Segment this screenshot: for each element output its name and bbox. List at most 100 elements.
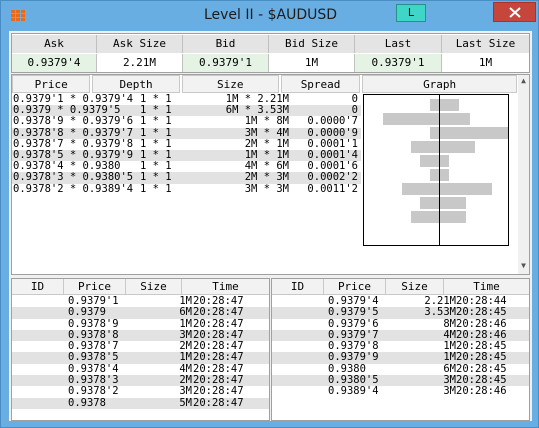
id-column-header[interactable]: ID	[272, 279, 324, 295]
level2-window: Level II - $AUDUSD L Ask Ask Size Bid Bi…	[0, 0, 539, 428]
price-column-header[interactable]: Price	[324, 279, 386, 295]
ask-trades-list: 0.9379'4 2.21M 20:28:44 0.9379'5 3.53M 20:28:…	[272, 295, 529, 398]
window-title: Level II - $AUDUSD	[203, 7, 338, 23]
ask-size-header: Ask Size	[97, 35, 183, 53]
trade-price: 0.9379	[68, 306, 106, 319]
graph-bid-bar	[411, 211, 439, 223]
depth-row[interactable]: 0.9378'2 * 0.9389'4 1 * 1 3M * 3M 0.0011'2	[12, 182, 361, 195]
trade-row[interactable]: 0.9378'2 3M 20:28:47	[12, 385, 269, 398]
depth-header-row: Price Depth Size Spread Graph	[12, 75, 519, 93]
time-column-header[interactable]: Time	[444, 279, 529, 295]
depth-price: 0.9378'2 * 0.9389'4	[13, 182, 134, 195]
depth-count: 1 * 1	[140, 115, 172, 128]
size-column-header[interactable]: Size	[181, 75, 279, 93]
trade-size: 3M	[179, 385, 192, 398]
quote-header-row: Ask Ask Size Bid Bid Size Last Last Size	[12, 35, 529, 53]
scroll-down-icon[interactable]: ▼	[519, 261, 528, 271]
bid-trades-header: ID Price Size Time	[12, 279, 269, 295]
depth-row[interactable]: 0.9378'3 * 0.9380'5 1 * 1 2M * 3M 0.0002'2	[12, 171, 361, 184]
graph-ask-bar	[440, 113, 470, 125]
graph-ask-bar	[440, 99, 459, 111]
depth-spread: 0.0000'7	[307, 115, 358, 128]
price-column-header[interactable]: Price	[64, 279, 126, 295]
bid-header: Bid	[183, 35, 269, 53]
bid-trades-list: 0.9379'1 1M 20:28:47 0.9379 6M 20:28:47 0.9378…	[12, 295, 269, 409]
depth-spread: 0	[351, 93, 358, 105]
graph-bid-bar	[430, 169, 439, 181]
graph-ask-bar	[440, 197, 466, 209]
link-button[interactable]: L	[396, 4, 426, 22]
depth-count: 1 * 1	[140, 182, 172, 195]
bid-size-header: Bid Size	[269, 35, 355, 53]
graph-bid-bar	[411, 141, 439, 153]
trade-time: 20:28:47	[193, 396, 244, 409]
graph-bid-bar	[430, 99, 439, 111]
depth-spread: 0.0011'2	[307, 182, 358, 195]
trade-row[interactable]: 0.9378 5M 20:28:47	[12, 396, 269, 409]
bid-trades-panel: ID Price Size Time 0.9379'1 1M 20:28:47 0.9…	[11, 278, 270, 421]
trade-row[interactable]: 0.9379'5 3.53M 20:28:45	[272, 306, 529, 319]
graph-column-header[interactable]: Graph	[362, 75, 517, 93]
graph-bid-bar	[402, 183, 439, 195]
graph-ask-bar	[440, 183, 492, 195]
graph-ask-bar	[440, 141, 475, 153]
time-column-header[interactable]: Time	[182, 279, 269, 295]
trade-price: 0.9378'2	[68, 385, 119, 398]
close-icon	[509, 7, 521, 18]
graph-bid-bar	[383, 113, 439, 125]
depth-panel: Price Depth Size Spread Graph 0.9379'1 *…	[11, 74, 530, 275]
graph-ask-bar	[440, 211, 466, 223]
ask-trades-header: ID Price Size Time	[272, 279, 529, 295]
bid-size-value: 1M	[269, 54, 355, 72]
ask-trades-panel: ID Price Size Time 0.9379'4 2.21M 20:28:44…	[271, 278, 530, 421]
ask-value: 0.9379'4	[12, 54, 97, 72]
last-size-header: Last Size	[442, 35, 529, 53]
last-value: 0.9379'1	[355, 54, 442, 72]
graph-bid-bar	[430, 127, 439, 139]
trade-size: 5M	[179, 396, 192, 409]
depth-size: 1M * 8M	[244, 115, 289, 128]
depth-column-header[interactable]: Depth	[92, 75, 180, 93]
quote-panel: Ask Ask Size Bid Bid Size Last Last Size…	[11, 33, 530, 73]
size-column-header[interactable]: Size	[126, 279, 182, 295]
depth-row[interactable]: 0.9378'9 * 0.9379'6 1 * 1 1M * 8M 0.0000'7	[12, 116, 361, 127]
depth-graph	[363, 94, 509, 246]
depth-spread: 0.0002'2	[307, 171, 358, 184]
trade-price: 0.9379'5	[328, 306, 379, 319]
quote-values-row: 0.9379'4 2.21M 0.9379'1 1M 0.9379'1 1M	[12, 54, 529, 72]
depth-size: 2M * 3M	[244, 171, 289, 184]
trade-row[interactable]: 0.9389'4 3M 20:28:46	[272, 385, 529, 398]
trade-size: 3M	[443, 385, 456, 398]
size-column-header[interactable]: Size	[386, 279, 444, 295]
ask-header: Ask	[12, 35, 97, 53]
ask-size-value: 2.21M	[97, 54, 183, 72]
trade-size: 6M	[179, 306, 192, 319]
spread-column-header[interactable]: Spread	[280, 75, 361, 93]
trade-time: 20:28:47	[193, 306, 244, 319]
trade-size: 3.53M	[424, 306, 456, 319]
trade-time: 20:28:46	[456, 385, 507, 398]
close-button[interactable]	[493, 2, 536, 22]
graph-ask-bar	[440, 127, 508, 139]
trade-row[interactable]: 0.9379 6M 20:28:47	[12, 306, 269, 319]
price-column-header[interactable]: Price	[12, 75, 91, 93]
scroll-up-icon[interactable]: ▲	[519, 76, 528, 86]
graph-bid-bar	[420, 197, 439, 209]
depth-scrollbar[interactable]: ▲ ▼	[518, 75, 529, 274]
depth-rows: 0.9379'1 * 0.9379'4 1 * 1 1M * 2.21M 0 0.937…	[12, 93, 361, 195]
title-bar[interactable]: Level II - $AUDUSD L	[1, 1, 539, 31]
id-column-header[interactable]: ID	[12, 279, 64, 295]
depth-size: 3M * 3M	[244, 182, 289, 195]
client-area: Ask Ask Size Bid Bid Size Last Last Size…	[9, 31, 532, 421]
graph-ask-bar	[440, 169, 449, 181]
bid-value: 0.9379'1	[183, 54, 269, 72]
last-size-value: 1M	[478, 56, 493, 69]
trade-time: 20:28:45	[456, 306, 507, 319]
trade-price: 0.9378	[68, 396, 106, 409]
graph-ask-bar	[440, 155, 449, 167]
trade-time: 20:28:47	[193, 385, 244, 398]
depth-count: 1 * 1	[140, 171, 172, 184]
depth-price: 0.9378'3 * 0.9380'5	[13, 171, 134, 184]
depth-price: 0.9378'9 * 0.9379'6	[13, 115, 134, 128]
trade-price: 0.9389'4	[328, 385, 379, 398]
